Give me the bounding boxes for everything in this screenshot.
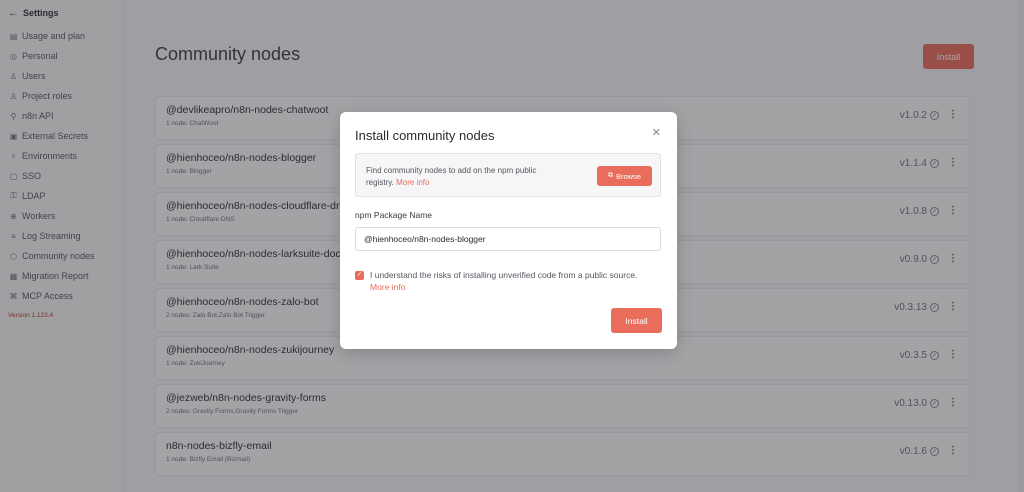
risk-text-body: I understand the risks of installing unv… (370, 270, 638, 280)
risk-more-link[interactable]: More info (370, 281, 670, 293)
package-name-input[interactable] (355, 227, 661, 251)
external-link-icon: ⧉ (607, 172, 613, 179)
package-name-label: npm Package Name (355, 210, 433, 220)
info-text-body: Find community nodes to add on the npm p… (366, 166, 537, 187)
risk-checkbox[interactable]: ✓ (355, 271, 364, 280)
install-community-nodes-modal: Install community nodes ✕ Find community… (340, 112, 677, 349)
modal-title: Install community nodes (355, 128, 495, 143)
close-icon[interactable]: ✕ (652, 126, 661, 139)
info-text: Find community nodes to add on the npm p… (366, 165, 566, 189)
info-box: Find community nodes to add on the npm p… (355, 153, 661, 197)
modal-install-button[interactable]: Install (611, 308, 662, 333)
browse-label: Browse (615, 171, 641, 181)
risk-checkbox-text: I understand the risks of installing unv… (370, 269, 670, 293)
info-more-link[interactable]: More info (396, 178, 429, 187)
browse-button[interactable]: ⧉ Browse (597, 166, 652, 186)
